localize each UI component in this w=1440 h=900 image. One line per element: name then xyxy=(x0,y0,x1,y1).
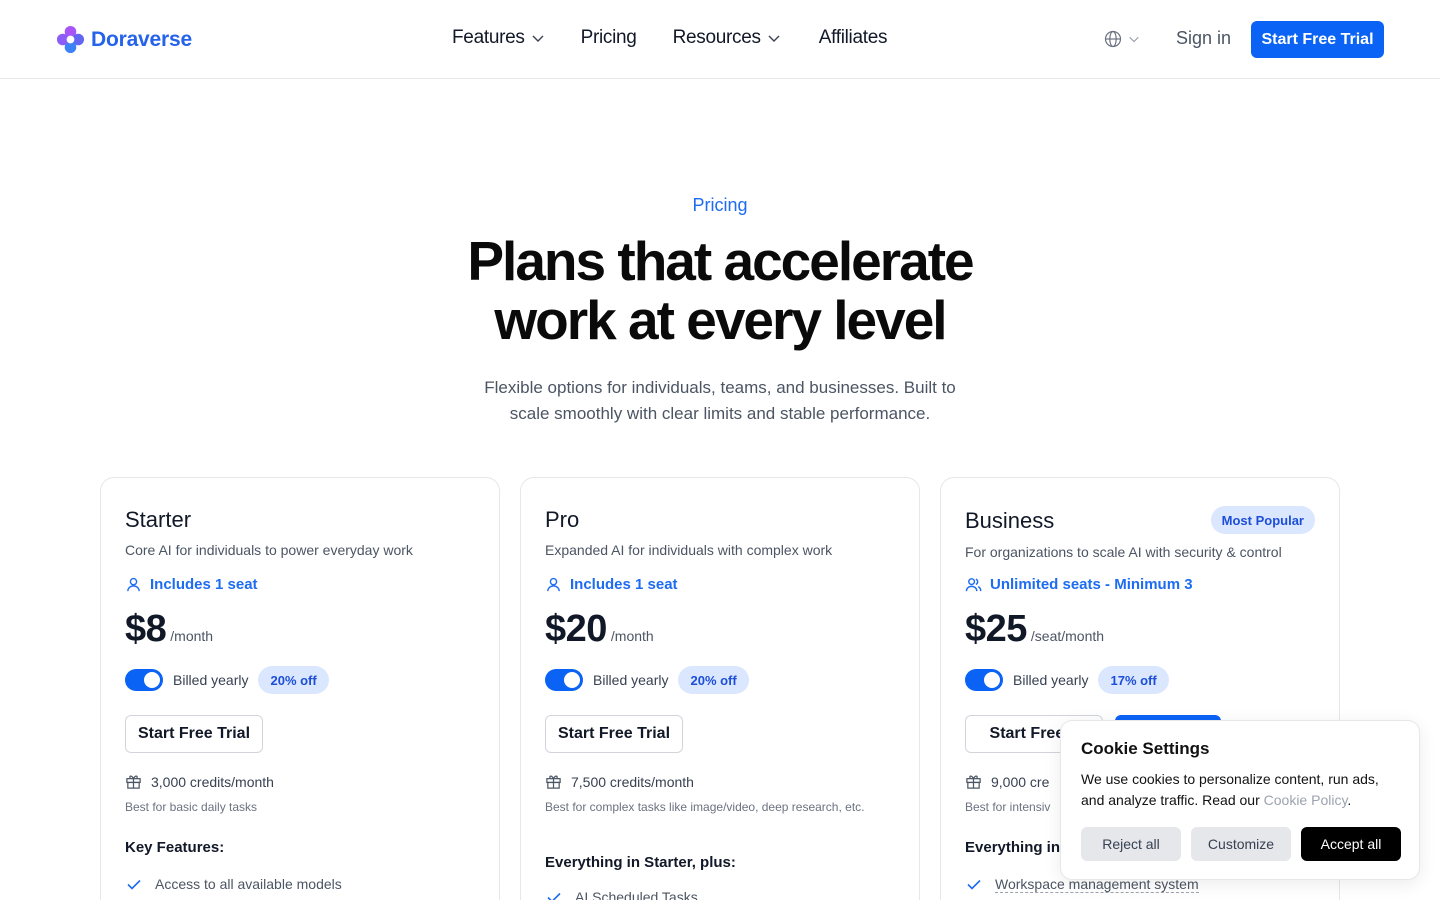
users-icon xyxy=(965,578,982,592)
seats-label: Includes 1 seat xyxy=(150,576,258,593)
nav-item-features[interactable]: Features xyxy=(452,27,545,49)
nav-item-pricing[interactable]: Pricing xyxy=(581,27,637,49)
cookie-banner: Cookie Settings We use cookies to person… xyxy=(1060,720,1420,880)
language-selector[interactable] xyxy=(1104,30,1140,48)
nav-item-label: Features xyxy=(452,27,525,48)
plan-card-starter: Starter Core AI for individuals to power… xyxy=(100,477,500,900)
features-heading: Everything in xyxy=(965,839,1061,856)
title-line: work at every level xyxy=(494,289,947,351)
feature-item: Access to all available models xyxy=(125,875,342,893)
nav-item-label: Pricing xyxy=(580,27,637,48)
credits-note: Best for basic daily tasks xyxy=(125,800,258,814)
plan-price: $20 /month xyxy=(545,608,654,651)
start-trial-button[interactable]: Start Free Trial xyxy=(1251,21,1384,58)
seats-label: Includes 1 seat xyxy=(570,576,678,593)
most-popular-badge: Most Popular xyxy=(1210,506,1315,534)
discount-badge: 20% off xyxy=(258,666,329,694)
discount-badge: 20% off xyxy=(678,666,749,694)
main-nav: Features Pricing Resources Affiliates xyxy=(452,27,887,49)
page-subtitle: Flexible options for individuals, teams,… xyxy=(470,375,970,427)
cookie-text: We use cookies to personalize content, r… xyxy=(1081,769,1406,811)
reject-all-button[interactable]: Reject all xyxy=(1081,827,1181,861)
start-trial-button[interactable]: Start Free Trial xyxy=(545,715,683,753)
features-heading: Everything in Starter, plus: xyxy=(545,854,736,871)
plan-credits: 3,000 credits/month xyxy=(125,773,274,790)
feature-item: AI Scheduled Tasks xyxy=(545,888,698,900)
section-eyebrow: Pricing xyxy=(692,195,748,215)
subtitle-line: scale smoothly with clear limits and sta… xyxy=(509,404,931,423)
billing-label: Billed yearly xyxy=(593,672,669,688)
price-unit: /month xyxy=(170,628,214,644)
plan-price: $25 /seat/month xyxy=(965,608,1104,651)
gift-icon xyxy=(966,775,981,789)
feature-label: AI Scheduled Tasks xyxy=(575,889,698,900)
plan-description: Expanded AI for individuals with complex… xyxy=(545,542,833,558)
discount-badge: 17% off xyxy=(1098,666,1169,694)
customize-button[interactable]: Customize xyxy=(1191,827,1291,861)
plan-description: For organizations to scale AI with secur… xyxy=(965,544,1282,560)
cookie-policy-link[interactable]: Cookie Policy xyxy=(1264,792,1348,808)
credits-label: 7,500 credits/month xyxy=(571,773,694,790)
title-line: Plans that accelerate xyxy=(467,230,974,292)
plan-card-pro: Pro Expanded AI for individuals with com… xyxy=(520,477,920,900)
check-icon xyxy=(547,892,561,900)
page-title: Plans that accelerate work at every leve… xyxy=(420,232,1020,350)
billing-toggle[interactable] xyxy=(965,669,1003,691)
globe-icon xyxy=(1104,30,1122,48)
billing-toggle[interactable] xyxy=(545,669,583,691)
seats-label: Unlimited seats - Minimum 3 xyxy=(990,576,1193,593)
subtitle-line: Flexible options for individuals, teams,… xyxy=(484,378,956,397)
billing-row: Billed yearly 17% off xyxy=(965,666,1169,694)
credits-label: 9,000 cre xyxy=(991,773,1050,790)
billing-label: Billed yearly xyxy=(1013,672,1089,688)
features-heading: Key Features: xyxy=(125,839,225,856)
plan-credits: 7,500 credits/month xyxy=(545,773,694,790)
gift-icon xyxy=(126,775,141,789)
chevron-down-icon xyxy=(532,35,544,42)
plan-name: Business xyxy=(965,508,1055,533)
plan-name: Pro xyxy=(545,507,580,532)
billing-toggle[interactable] xyxy=(125,669,163,691)
gift-icon xyxy=(546,775,561,789)
price-value: $8 xyxy=(125,608,167,650)
credits-label: 3,000 credits/month xyxy=(151,773,274,790)
plan-seats: Includes 1 seat xyxy=(545,576,678,593)
chevron-down-icon xyxy=(1129,36,1139,43)
signin-link[interactable]: Sign in xyxy=(1176,28,1231,49)
user-icon xyxy=(547,577,560,592)
billing-label: Billed yearly xyxy=(173,672,249,688)
billing-row: Billed yearly 20% off xyxy=(125,666,329,694)
plan-credits: 9,000 cre xyxy=(965,773,1049,790)
feature-label: Access to all available models xyxy=(155,876,342,892)
plan-seats: Unlimited seats - Minimum 3 xyxy=(965,576,1193,593)
plan-description: Core AI for individuals to power everyda… xyxy=(125,542,413,558)
cookie-text-end: . xyxy=(1347,792,1352,808)
site-header: Doraverse Features Pricing Resources Aff… xyxy=(0,0,1440,79)
price-unit: /seat/month xyxy=(1030,628,1105,644)
price-value: $25 xyxy=(965,608,1027,650)
brand-name: Doraverse xyxy=(91,27,192,51)
plan-price: $8 /month xyxy=(125,608,213,651)
user-icon xyxy=(127,577,140,592)
cookie-title: Cookie Settings xyxy=(1081,739,1210,758)
logo-icon xyxy=(56,25,85,54)
price-unit: /month xyxy=(610,628,654,644)
billing-row: Billed yearly 20% off xyxy=(545,666,749,694)
nav-item-affiliates[interactable]: Affiliates xyxy=(818,27,888,49)
plan-seats: Includes 1 seat xyxy=(125,576,258,593)
nav-item-label: Resources xyxy=(672,27,761,48)
start-trial-button[interactable]: Start Free Trial xyxy=(125,715,263,753)
plan-name: Starter xyxy=(125,507,192,532)
price-value: $20 xyxy=(545,608,607,650)
accept-all-button[interactable]: Accept all xyxy=(1301,827,1401,861)
brand-logo[interactable]: Doraverse xyxy=(56,25,192,54)
nav-item-label: Affiliates xyxy=(818,27,888,48)
chevron-down-icon xyxy=(768,35,780,42)
credits-note: Best for complex tasks like image/video,… xyxy=(545,800,865,814)
check-icon xyxy=(967,879,981,890)
nav-item-resources[interactable]: Resources xyxy=(673,27,781,49)
check-icon xyxy=(127,879,141,890)
